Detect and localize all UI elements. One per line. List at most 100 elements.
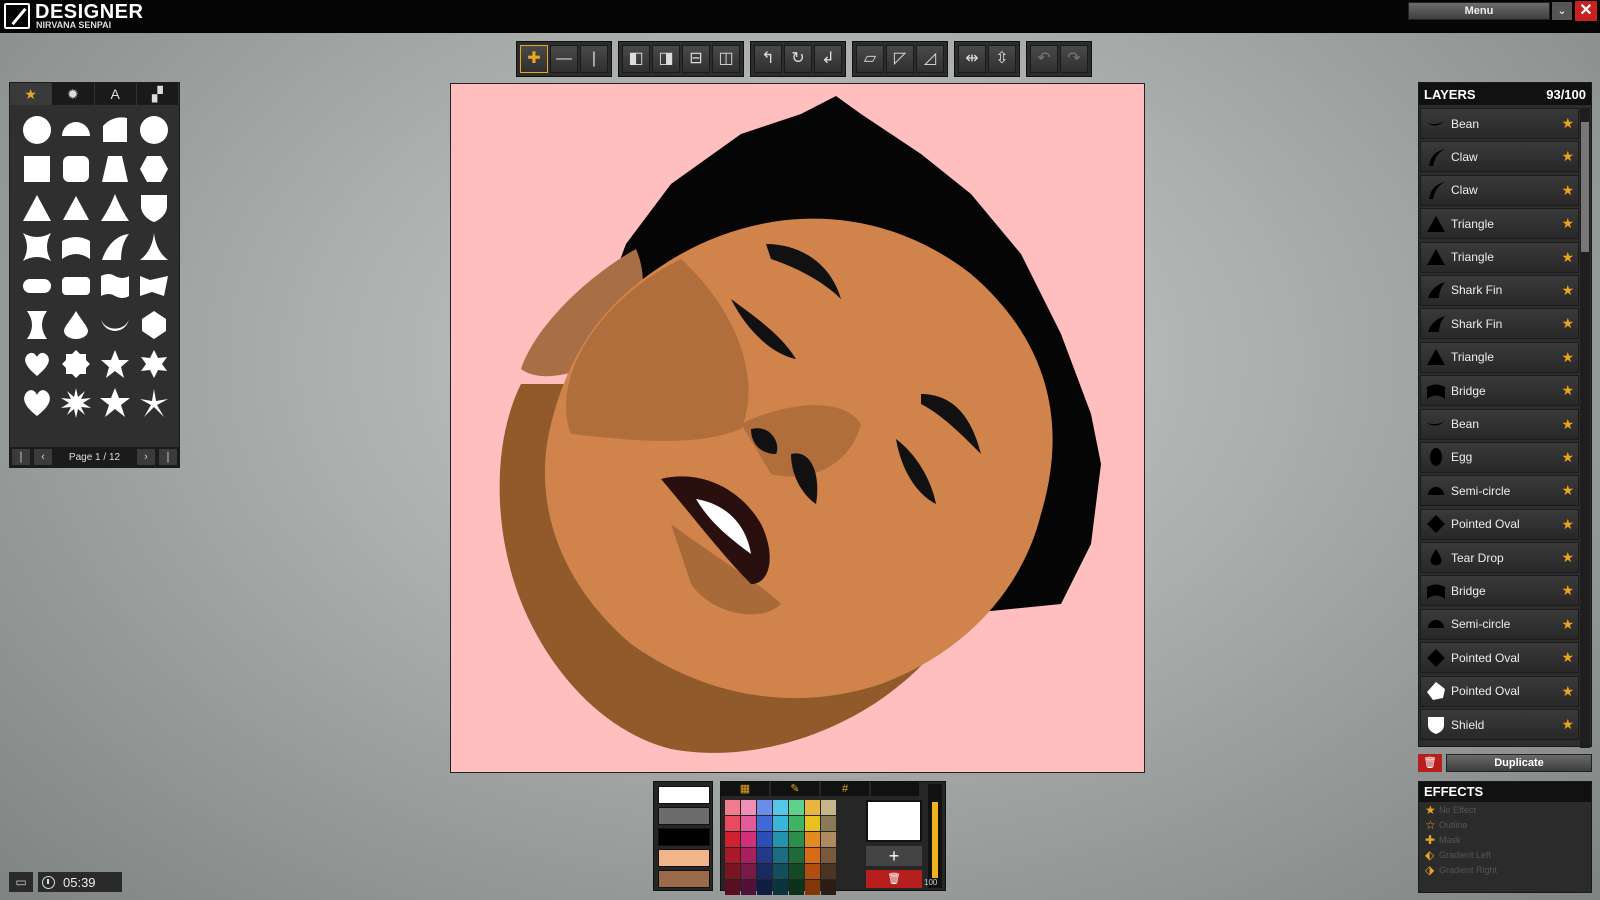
star-icon[interactable]: ★ (1561, 349, 1574, 366)
layer-row[interactable]: Bean ★ (1420, 408, 1579, 440)
palette-color[interactable] (725, 848, 740, 863)
shape-heart[interactable] (18, 384, 56, 422)
canvas-artwork[interactable] (451, 84, 1145, 773)
shape-pinwheel[interactable] (135, 384, 173, 422)
shape-heart-simple[interactable] (18, 345, 56, 383)
palette-color[interactable] (789, 800, 804, 815)
shape-rounded-rect[interactable] (57, 267, 95, 305)
palette-color[interactable] (757, 848, 772, 863)
palette-color[interactable] (773, 864, 788, 879)
layer-row[interactable]: Egg ★ (1420, 441, 1579, 473)
shape-flower[interactable] (57, 345, 95, 383)
layer-row[interactable]: Claw ★ (1420, 141, 1579, 173)
redo-icon[interactable]: ↷ (1060, 45, 1088, 73)
palette-color[interactable] (821, 832, 836, 847)
shape-semi-circle[interactable] (57, 111, 95, 149)
palette-color[interactable] (821, 816, 836, 831)
shape-star[interactable] (96, 345, 134, 383)
palette-color[interactable] (789, 880, 804, 895)
effect-item[interactable]: ★ No Effect (1419, 802, 1591, 817)
star-icon[interactable]: ★ (1561, 482, 1574, 499)
align-v-icon[interactable]: ◫ (712, 45, 740, 73)
layer-row[interactable]: Triangle ★ (1420, 241, 1579, 273)
star-icon[interactable]: ★ (1561, 683, 1574, 700)
prev-page-button[interactable]: ‹ (34, 449, 52, 465)
grid-icon[interactable]: ▦ (721, 782, 769, 796)
shape-tab-3[interactable]: ▞ (137, 83, 179, 105)
layer-row[interactable]: Tear Drop ★ (1420, 542, 1579, 574)
palette-color[interactable] (757, 864, 772, 879)
palette-color[interactable] (773, 848, 788, 863)
shape-star-6[interactable] (135, 345, 173, 383)
shape-rounded-square[interactable] (57, 150, 95, 188)
flip-h-icon[interactable]: ⇹ (958, 45, 986, 73)
effect-item[interactable]: ⬖ Gradient Left (1419, 847, 1591, 862)
star-icon[interactable]: ★ (1561, 582, 1574, 599)
palette-color[interactable] (757, 800, 772, 815)
palette-color[interactable] (725, 800, 740, 815)
shape-tear-drop[interactable] (57, 306, 95, 344)
palette-color[interactable] (725, 864, 740, 879)
star-icon[interactable]: ★ (1561, 516, 1574, 533)
layer-row[interactable]: Pointed Oval ★ (1420, 675, 1579, 707)
palette-color[interactable] (725, 816, 740, 831)
color-swatch[interactable] (658, 828, 710, 846)
skew-icon[interactable]: ▱ (856, 45, 884, 73)
last-page-button[interactable]: ❘ (159, 449, 177, 465)
star-icon[interactable]: ★ (1561, 649, 1574, 666)
minus-icon[interactable]: — (550, 45, 578, 73)
palette-color[interactable] (789, 816, 804, 831)
shape-star-5[interactable] (96, 384, 134, 422)
shape-burst[interactable] (57, 384, 95, 422)
star-icon[interactable]: ★ (1561, 416, 1574, 433)
palette-color[interactable] (725, 832, 740, 847)
palette-color[interactable] (821, 848, 836, 863)
palette-color[interactable] (741, 816, 756, 831)
layer-row[interactable]: Bean ★ (1420, 108, 1579, 139)
delete-color-button[interactable]: 🗑 (866, 870, 922, 888)
shape-tab-2[interactable]: A (95, 83, 137, 105)
palette-color[interactable] (741, 800, 756, 815)
shape-octagon[interactable] (135, 111, 173, 149)
palette-color[interactable] (741, 848, 756, 863)
shape-ribbon[interactable] (135, 267, 173, 305)
layers-scroll-thumb[interactable] (1581, 122, 1589, 252)
chat-icon[interactable]: ▭ (9, 872, 33, 892)
layer-row[interactable]: Shark Fin ★ (1420, 308, 1579, 340)
star-icon[interactable]: ★ (1561, 315, 1574, 332)
shape-triangle-2[interactable] (57, 189, 95, 227)
undo-icon[interactable]: ↶ (1030, 45, 1058, 73)
layer-row[interactable]: Semi-circle ★ (1420, 608, 1579, 640)
palette-color[interactable] (805, 832, 820, 847)
palette-color[interactable] (741, 864, 756, 879)
palette-color[interactable] (741, 880, 756, 895)
color-swatch[interactable] (658, 870, 710, 888)
palette-color[interactable] (789, 832, 804, 847)
palette-color[interactable] (773, 800, 788, 815)
shape-wave-flag[interactable] (96, 267, 134, 305)
palette-color[interactable] (789, 864, 804, 879)
menu-button[interactable]: Menu (1408, 2, 1550, 20)
layers-scrollbar[interactable] (1580, 108, 1590, 748)
palette-color[interactable] (741, 832, 756, 847)
shape-crescent[interactable] (96, 306, 134, 344)
shape-circle[interactable] (18, 111, 56, 149)
shape-capsule[interactable] (18, 267, 56, 305)
shape-shield[interactable] (135, 189, 173, 227)
next-page-button[interactable]: › (137, 449, 155, 465)
shape-trapezoid[interactable] (96, 150, 134, 188)
shape-sharp-triangle[interactable] (135, 228, 173, 266)
layer-row[interactable]: Triangle ★ (1420, 341, 1579, 373)
star-icon[interactable]: ★ (1561, 249, 1574, 266)
opacity-slider[interactable] (928, 784, 942, 888)
layer-row[interactable]: Shark Fin ★ (1420, 274, 1579, 306)
layer-row[interactable]: Semi-circle ★ (1420, 475, 1579, 507)
rotate-ccw-icon[interactable]: ↰ (754, 45, 782, 73)
layer-row[interactable]: Bridge ★ (1420, 375, 1579, 407)
shape-pointed-oval[interactable] (135, 306, 173, 344)
eyedropper-icon[interactable]: ✎ (771, 782, 819, 796)
layer-front-icon[interactable]: ◧ (622, 45, 650, 73)
star-icon[interactable]: ★ (1561, 549, 1574, 566)
layer-row[interactable]: Pointed Oval ★ (1420, 508, 1579, 540)
layer-row[interactable]: Claw ★ (1420, 174, 1579, 206)
